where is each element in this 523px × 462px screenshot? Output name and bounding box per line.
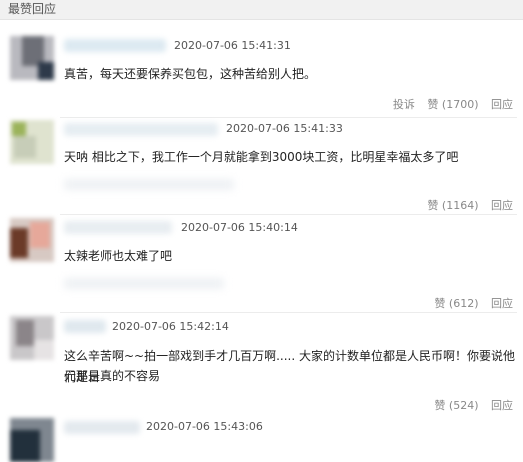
comment-item: 2020-07-06 15:41:33 天呐 相比之下，我工作一个月就能拿到30… [0, 118, 523, 216]
report-link[interactable]: 投诉 [393, 98, 415, 111]
comment-item: 2020-07-06 15:40:14 太辣老师也太难了吧 赞 (612) 回应 [0, 216, 523, 314]
section-title: 最赞回应 [8, 2, 57, 16]
comment-actions: 投诉 赞 (1700) 回应 [384, 97, 513, 112]
divider [60, 312, 517, 313]
comment-text: 天呐 相比之下，我工作一个月就能拿到3000块工资，比明星幸福太多了吧 [64, 150, 459, 164]
reply-link[interactable]: 回应 [491, 399, 513, 412]
username[interactable] [64, 123, 218, 136]
reply-link[interactable]: 回应 [491, 199, 513, 212]
like-button[interactable]: 赞 (612) [434, 297, 478, 310]
comment-time: 2020-07-06 15:43:06 [146, 420, 263, 433]
comment-item: 2020-07-06 15:42:14 这么辛苦啊~~拍一部戏到手才几百万啊..… [0, 314, 523, 414]
comment-time: 2020-07-06 15:42:14 [112, 320, 229, 333]
avatar[interactable] [10, 316, 54, 360]
username[interactable] [64, 421, 140, 434]
divider [60, 214, 517, 215]
comment-item: 2020-07-06 15:41:31 真苦，每天还要保养买包包，这种苦给别人把… [0, 20, 523, 120]
avatar[interactable] [10, 36, 54, 80]
like-button[interactable]: 赞 (1700) [427, 98, 478, 111]
comment-text: 真苦，每天还要保养买包包，这种苦给别人把。 [64, 67, 317, 81]
comment-actions: 赞 (1164) 回应 [418, 198, 513, 213]
comment-text-line-2: 元那是真的不容易 [64, 369, 161, 383]
comment-time: 2020-07-06 15:41:33 [226, 122, 343, 135]
username[interactable] [64, 221, 172, 234]
like-button[interactable]: 赞 (524) [434, 399, 478, 412]
section-header: 最赞回应 [0, 0, 523, 20]
reply-preview [64, 179, 234, 190]
avatar[interactable] [10, 218, 54, 262]
comment-actions: 赞 (524) 回应 [425, 398, 513, 413]
reply-link[interactable]: 回应 [491, 98, 513, 111]
comment-actions: 赞 (612) 回应 [425, 296, 513, 311]
avatar[interactable] [10, 120, 54, 164]
reply-preview [64, 278, 224, 289]
reply-link[interactable]: 回应 [491, 297, 513, 310]
username[interactable] [64, 320, 106, 333]
comment-item: 2020-07-06 15:43:06 [0, 414, 523, 462]
username[interactable] [64, 39, 166, 52]
like-button[interactable]: 赞 (1164) [427, 199, 478, 212]
avatar[interactable] [10, 418, 54, 462]
comment-time: 2020-07-06 15:41:31 [174, 39, 291, 52]
comment-time: 2020-07-06 15:40:14 [181, 221, 298, 234]
comment-text: 太辣老师也太难了吧 [64, 249, 173, 263]
